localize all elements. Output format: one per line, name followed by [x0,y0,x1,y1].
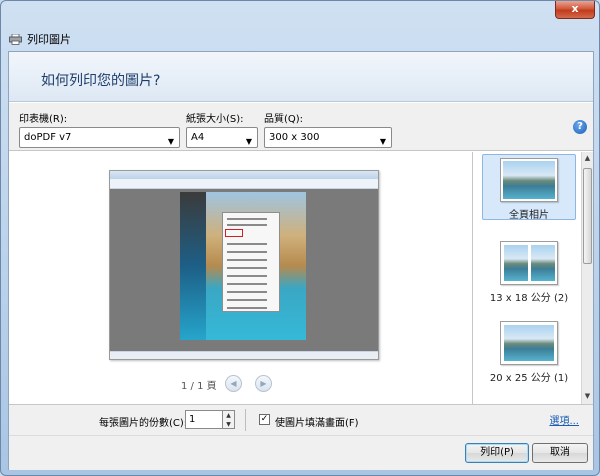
dialog-footer: 列印(P) 取消 [9,435,593,470]
preview-desktop-icons [180,192,206,340]
layout-thumbnail [500,321,558,365]
prev-page-button[interactable]: ◀ [225,375,242,392]
chevron-down-icon: ▼ [245,137,252,146]
page-title: 如何列印您的圖片? [41,73,161,89]
help-icon[interactable]: ? [573,120,587,134]
quality-label: 品質(Q): [264,114,304,125]
layout-label: 全頁相片 [509,210,549,221]
preview-photo [180,192,306,340]
scrollbar-thumb[interactable] [583,168,592,264]
scroll-up-icon[interactable]: ▲ [583,154,592,162]
printer-label: 印表機(R): [19,114,68,125]
next-page-button[interactable]: ▶ [255,375,272,392]
close-button[interactable]: x [555,1,595,19]
layout-thumbnail [500,158,558,202]
chevron-down-icon: ▼ [167,137,174,146]
preview-image-titlebar [110,171,378,179]
fit-picture-checkbox[interactable]: ✓ [259,414,270,425]
preview-highlight [225,229,243,237]
preview-context-menu [222,212,280,312]
copies-stepper[interactable]: ▲ ▼ [223,410,235,429]
copies-label: 每張圖片的份數(C): [99,418,188,429]
quality-select[interactable]: 300 x 300 ▼ [264,127,392,148]
scroll-down-icon[interactable]: ▼ [583,392,592,400]
printer-icon [9,34,22,45]
printer-select-value: doPDF v7 [24,132,72,143]
title-bar[interactable]: x [1,1,599,27]
preview-image-statusbar [110,351,378,359]
stepper-up-icon[interactable]: ▲ [223,411,234,420]
layout-label: 13 x 18 公分 (2) [489,293,569,304]
paper-size-value: A4 [191,132,205,143]
preview-image-toolbar [110,179,378,189]
layout-thumbnail [500,241,558,285]
chevron-left-icon: ◀ [230,379,237,388]
printer-select[interactable]: doPDF v7 ▼ [19,127,180,148]
preview-image-canvas [110,189,378,351]
window-title: 列印圖片 [27,33,71,46]
layout-item-20x25[interactable]: 20 x 25 公分 (1) [482,318,576,384]
paper-size-label: 紙張大小(S): [186,114,244,125]
divider [245,409,246,431]
layout-list: 全頁相片 13 x 18 公分 (2) 20 x 25 公分 (1) ▲ ▼ [474,152,593,404]
print-preview-area: 1 / 1 頁 ◀ ▶ [9,152,473,404]
print-settings-bar: 每張圖片的份數(C): 1 ▲ ▼ ✓ 使圖片填滿畫面(F) 選項... [9,404,593,435]
layout-label: 20 x 25 公分 (1) [489,373,569,384]
layout-scrollbar[interactable]: ▲ ▼ [581,152,593,404]
copies-input[interactable]: 1 [185,410,223,429]
chevron-right-icon: ▶ [260,379,267,388]
fit-picture-label[interactable]: 使圖片填滿畫面(F) [275,414,359,429]
cancel-button[interactable]: 取消 [532,443,588,463]
chevron-down-icon: ▼ [379,137,386,146]
quality-value: 300 x 300 [269,132,320,143]
preview-page [109,170,379,360]
print-pictures-window: x 列印圖片 如何列印您的圖片? 印表機(R): doPDF v7 ▼ 紙張大小… [0,0,600,476]
layout-item-13x18[interactable]: 13 x 18 公分 (2) [482,238,576,304]
options-link[interactable]: 選項... [549,412,579,427]
stepper-down-icon[interactable]: ▼ [223,420,234,429]
print-options-bar: 印表機(R): doPDF v7 ▼ 紙張大小(S): A4 ▼ 品質(Q): … [9,103,593,151]
dialog-header: 如何列印您的圖片? [9,52,593,102]
dialog-content: 如何列印您的圖片? 印表機(R): doPDF v7 ▼ 紙張大小(S): A4… [8,51,594,470]
page-indicator: 1 / 1 頁 [181,381,217,392]
paper-size-select[interactable]: A4 ▼ [186,127,258,148]
layout-item-full-page[interactable]: 全頁相片 [482,154,576,221]
print-button[interactable]: 列印(P) [465,443,529,463]
